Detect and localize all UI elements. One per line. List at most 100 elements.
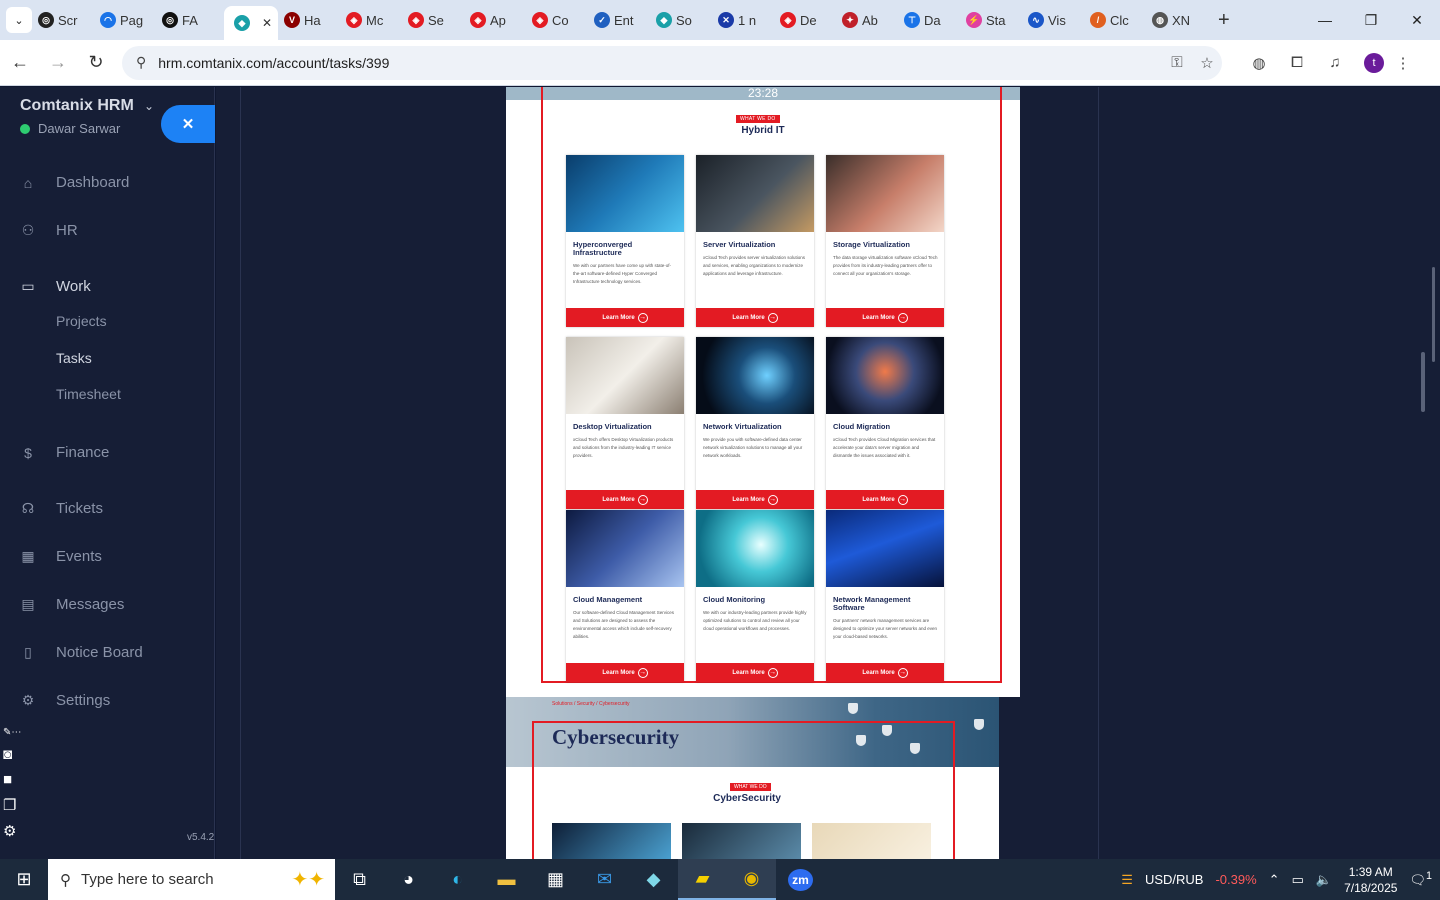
learn-more-button[interactable]: Learn More →	[566, 308, 684, 327]
sidebar-item-settings[interactable]: ⚙ Settings	[20, 692, 110, 709]
video-icon[interactable]: ■	[3, 771, 21, 788]
windows-start-icon[interactable]: ⊞	[0, 859, 48, 900]
taskbar-app-edge[interactable]: ◐	[433, 859, 482, 900]
browser-tab[interactable]: ◆ ✕	[224, 6, 278, 40]
back-icon[interactable]: ←	[2, 45, 38, 81]
outer-scrollbar-thumb[interactable]	[1421, 352, 1425, 412]
learn-more-button[interactable]: Learn More →	[566, 490, 684, 509]
browser-tab[interactable]: ◈ Mc	[346, 4, 402, 36]
taskbar-app-app-diamond[interactable]: ◆	[629, 859, 678, 900]
learn-more-button[interactable]: Learn More →	[826, 308, 944, 327]
tab-favicon-icon: ◍	[1152, 12, 1168, 28]
tab-title: Co	[552, 12, 569, 28]
more-icon[interactable]: ✎⋯	[3, 727, 21, 738]
browser-tab[interactable]: ⊤ Da	[904, 4, 960, 36]
browser-tab[interactable]: ◈ Co	[532, 4, 588, 36]
site-settings-icon[interactable]: ⚲	[136, 54, 146, 71]
taskbar-app-mail[interactable]: ✉	[580, 859, 629, 900]
search-placeholder: Type here to search	[81, 871, 214, 888]
learn-more-button[interactable]: Learn More →	[696, 663, 814, 682]
taskbar-app-copilot[interactable]: ◕	[384, 859, 433, 900]
sidebar-subitem-timesheet[interactable]: Timesheet	[56, 386, 121, 402]
browser-tab[interactable]: ◈ De	[780, 4, 836, 36]
taskbar-app-chrome[interactable]: ◉	[727, 859, 776, 900]
tab-search-chevron-icon[interactable]: ⌄	[6, 7, 32, 33]
password-key-icon[interactable]: ⚿	[1162, 54, 1192, 71]
arrow-right-icon: →	[767, 312, 778, 323]
address-bar[interactable]: ⚲ hrm.comtanix.com/account/tasks/399 ⚿ ☆	[122, 45, 1222, 80]
browser-tab[interactable]: / Clc	[1090, 4, 1146, 36]
browser-tab[interactable]: ∿ Vis	[1028, 4, 1084, 36]
taskbar-app-task-view[interactable]: ⧉	[335, 859, 384, 900]
copy-icon[interactable]: ❐	[3, 796, 21, 814]
chevron-down-icon[interactable]: ⌄	[144, 99, 154, 113]
show-hidden-icons-icon[interactable]: ⌃	[1269, 872, 1280, 888]
taskbar-app-zoom[interactable]: zm	[776, 859, 825, 900]
new-tab-button[interactable]: +	[1218, 9, 1230, 32]
learn-more-button[interactable]: Learn More →	[826, 663, 944, 682]
browser-tab[interactable]: ◈ Se	[408, 4, 464, 36]
minimize-button[interactable]: —	[1302, 0, 1348, 40]
learn-more-button[interactable]: Learn More →	[696, 308, 814, 327]
sidebar-item-label: Work	[56, 278, 91, 295]
notifications-icon[interactable]: 🗨1	[1409, 870, 1432, 888]
sidebar-item-dashboard[interactable]: ⌂ Dashboard	[20, 174, 130, 191]
close-sidebar-button[interactable]: ✕	[161, 105, 215, 143]
sidebar-subitem-projects[interactable]: Projects	[56, 313, 107, 329]
browser-tab[interactable]: V Ha	[284, 4, 340, 36]
profile-avatar[interactable]: t	[1364, 52, 1384, 73]
ticker-change: -0.39%	[1215, 872, 1257, 887]
taskbar-app-sticky-notes[interactable]: ▰	[678, 859, 727, 900]
browser-tab[interactable]: ◈ Ap	[470, 4, 526, 36]
browser-tab[interactable]: ◎ FA	[162, 4, 218, 36]
attachment-preview-2[interactable]: Solutions / Security / Cybersecurity Cyb…	[506, 697, 999, 859]
ticker-symbol[interactable]: USD/RUB	[1145, 872, 1204, 887]
browser-tab[interactable]: ✕ 1 n	[718, 4, 774, 36]
browser-menu-icon[interactable]: ⋮	[1384, 54, 1422, 72]
browser-tab[interactable]: ⚡ Sta	[966, 4, 1022, 36]
system-tray: ☰ USD/RUB -0.39% ⌃ ▭ 🔈 1:39 AM 7/18/2025…	[1121, 864, 1440, 896]
bookmark-star-icon[interactable]: ☆	[1192, 54, 1222, 72]
sidebar-subitem-tasks[interactable]: Tasks	[56, 350, 92, 366]
extensions-icon[interactable]: ⧠	[1278, 54, 1316, 71]
browser-tab[interactable]: ◠ Pag	[100, 4, 156, 36]
page-scrollbar-thumb[interactable]	[1432, 267, 1435, 362]
camera-icon[interactable]: ◙	[3, 746, 21, 763]
sidebar-item-finance[interactable]: $ Finance	[20, 444, 109, 461]
close-window-button[interactable]: ✕	[1394, 0, 1440, 40]
forward-icon[interactable]: →	[40, 45, 76, 81]
attachment-preview[interactable]: 23:28 WHAT WE DO Hybrid IT Hyperconverge…	[506, 87, 1020, 697]
browser-tab[interactable]: ◍ XN	[1152, 4, 1208, 36]
url-text[interactable]: hrm.comtanix.com/account/tasks/399	[158, 55, 1162, 71]
browser-tab[interactable]: ✦ Ab	[842, 4, 898, 36]
learn-more-label: Learn More	[602, 314, 635, 321]
learn-more-button[interactable]: Learn More →	[696, 490, 814, 509]
learn-more-button[interactable]: Learn More →	[826, 490, 944, 509]
browser-tab[interactable]: ✓ Ent	[594, 4, 650, 36]
learn-more-button[interactable]: Learn More →	[566, 663, 684, 682]
sidebar-item-events[interactable]: ▦ Events	[20, 548, 101, 565]
sidebar-item-work[interactable]: ▭ Work	[20, 278, 91, 295]
sidebar-item-hr[interactable]: ⚇ HR	[20, 222, 78, 239]
sidebar-item-tickets[interactable]: ☊ Tickets	[20, 500, 103, 517]
edge-icon: ◐	[452, 869, 463, 889]
taskbar-search[interactable]: ⚲ Type here to search ✦✦	[48, 859, 335, 900]
tab-favicon-icon: ◆	[234, 15, 250, 31]
sidebar-item-messages[interactable]: ▤ Messages	[20, 596, 124, 613]
volume-icon[interactable]: 🔈	[1316, 872, 1332, 888]
media-controls-icon[interactable]: ♫	[1316, 54, 1354, 71]
taskbar-app-file-explorer[interactable]: ▬	[482, 859, 531, 900]
browser-tab[interactable]: ◎ Scr	[38, 4, 94, 36]
sidebar-item-notice-board[interactable]: ▯ Notice Board	[20, 644, 143, 661]
browser-tab[interactable]: ◆ So	[656, 4, 712, 36]
service-card: Storage Virtualization The data storage v…	[826, 155, 944, 327]
taskbar-app-store[interactable]: ▦	[531, 859, 580, 900]
brand-name[interactable]: Comtanix HRM	[20, 97, 134, 115]
reload-icon[interactable]: ↻	[78, 45, 114, 81]
network-icon[interactable]: ▭	[1292, 872, 1304, 888]
close-tab-icon[interactable]: ✕	[262, 16, 272, 30]
gear-icon[interactable]: ⚙	[3, 822, 21, 840]
clock[interactable]: 1:39 AM 7/18/2025	[1344, 864, 1397, 896]
maximize-button[interactable]: ❐	[1348, 0, 1394, 40]
translate-icon[interactable]: ◍	[1240, 54, 1278, 72]
